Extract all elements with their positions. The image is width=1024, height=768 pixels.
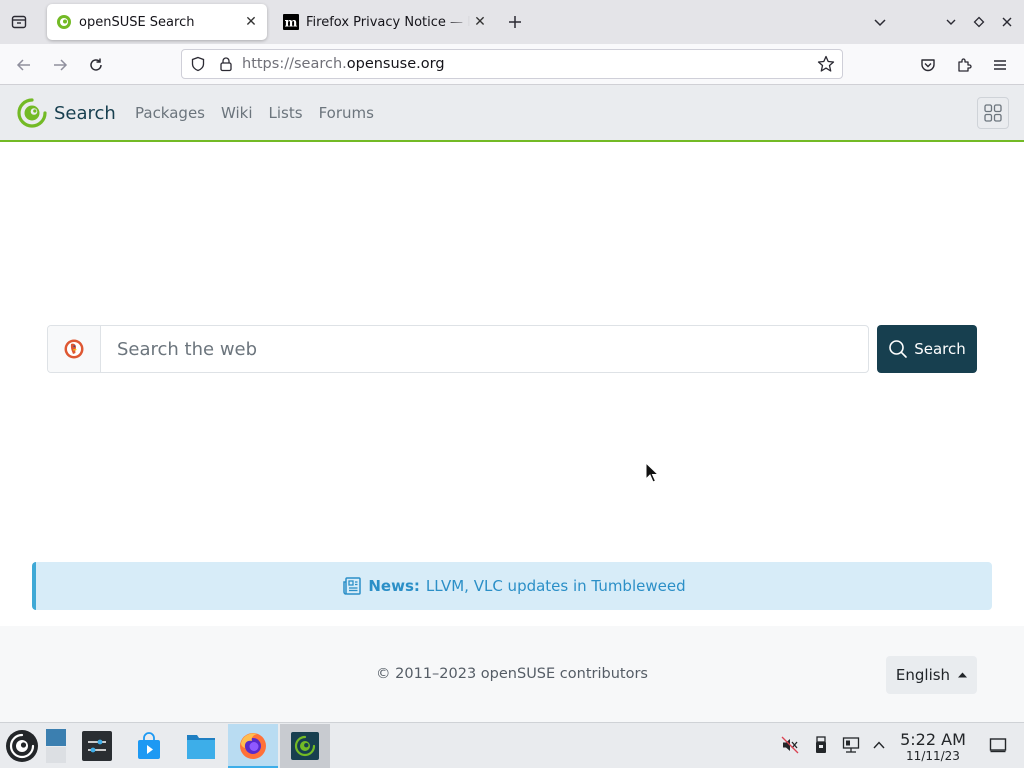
minimize-icon	[946, 19, 956, 25]
news-link[interactable]: LLVM, VLC updates in Tumbleweed	[426, 577, 686, 595]
settings-sliders-icon	[82, 731, 112, 761]
brand-title: Search	[54, 102, 116, 124]
hamburger-menu-icon	[994, 60, 1006, 70]
browser-tab-strip: openSUSE Search ✕ m Firefox Privacy Noti…	[0, 0, 1024, 44]
close-tab-icon[interactable]: ✕	[241, 12, 261, 32]
volume-muted-icon[interactable]	[780, 735, 800, 755]
apps-grid-button[interactable]	[977, 97, 1009, 129]
folder-icon	[187, 735, 215, 759]
network-wired-icon[interactable]	[841, 735, 861, 755]
bookmark-star-icon[interactable]	[816, 54, 836, 74]
list-tabs-dropdown-button[interactable]	[870, 12, 890, 32]
opensuse-logo-icon	[17, 98, 47, 128]
newspaper-icon	[343, 577, 362, 595]
tray-expand-chevron-up-icon[interactable]	[869, 735, 889, 755]
show-desktop-icon[interactable]	[988, 735, 1008, 755]
close-icon	[1002, 17, 1012, 27]
list-all-tabs-button[interactable]	[8, 11, 30, 33]
virtual-desktop-pager-icon	[46, 729, 66, 763]
close-window-button[interactable]	[997, 12, 1017, 32]
search-engine-addon[interactable]	[48, 326, 101, 372]
tab-list-icon	[11, 15, 27, 29]
nav-link-wiki[interactable]: Wiki	[221, 104, 253, 122]
grid-icon	[984, 104, 1002, 122]
plus-icon	[509, 16, 521, 28]
svg-text:m: m	[285, 16, 298, 30]
pocket-icon	[921, 59, 935, 72]
chevron-down-icon	[874, 19, 886, 27]
minimize-window-button[interactable]	[941, 12, 961, 32]
browser-navigation-bar: https://search.opensuse.org	[0, 44, 1024, 85]
reload-button[interactable]	[83, 52, 109, 78]
pocket-button[interactable]	[915, 52, 941, 78]
digital-clock[interactable]: 5:22 AM 11/11/23	[897, 730, 969, 764]
magnifier-icon	[889, 340, 908, 358]
application-launcher-button[interactable]	[0, 724, 44, 768]
tab-title: Firefox Privacy Notice — Mozilla	[306, 14, 470, 30]
url-host: opensuse.org	[346, 56, 445, 72]
arrow-left-icon	[16, 59, 30, 71]
nav-link-packages[interactable]: Packages	[135, 104, 205, 122]
extensions-button[interactable]	[951, 52, 977, 78]
nav-link-forums[interactable]: Forums	[319, 104, 374, 122]
taskbar-software-center[interactable]	[128, 724, 170, 768]
maximize-icon	[973, 16, 985, 28]
firefox-icon	[240, 733, 266, 759]
padlock-icon[interactable]	[216, 54, 236, 74]
taskbar-system-settings[interactable]	[76, 724, 118, 768]
close-tab-icon[interactable]: ✕	[470, 12, 490, 32]
taskbar-opensuse-search-window[interactable]	[280, 724, 330, 768]
language-dropdown-button[interactable]: English	[886, 656, 977, 694]
mozilla-favicon-icon: m	[283, 14, 299, 30]
search-button-label: Search	[914, 340, 966, 358]
copyright-text: © 2011–2023 openSUSE contributors	[376, 666, 648, 682]
duckduckgo-icon	[64, 339, 84, 359]
mouse-cursor-icon	[645, 462, 659, 483]
site-footer: © 2011–2023 openSUSE contributors Englis…	[0, 626, 1024, 722]
news-banner[interactable]: News: LLVM, VLC updates in Tumbleweed	[32, 562, 992, 610]
back-button[interactable]	[11, 52, 37, 78]
brand-link[interactable]: Search	[16, 97, 116, 129]
app-menu-button[interactable]	[987, 52, 1013, 78]
language-label: English	[895, 666, 951, 684]
tab-opensuse-search[interactable]: openSUSE Search ✕	[47, 4, 267, 40]
pager-desktop-button[interactable]	[44, 724, 68, 768]
taskbar-file-manager[interactable]	[180, 724, 222, 768]
opensuse-launcher-icon	[6, 730, 38, 762]
shopping-bag-icon	[138, 732, 160, 759]
nav-link-lists[interactable]: Lists	[269, 104, 303, 122]
news-label: News:	[368, 577, 420, 595]
search-input[interactable]	[101, 326, 868, 372]
search-button[interactable]: Search	[877, 325, 977, 373]
new-tab-button[interactable]	[505, 12, 525, 32]
url-scheme: https://search.	[242, 56, 347, 72]
opensuse-app-icon	[291, 732, 319, 760]
site-nav: Packages Wiki Lists Forums	[135, 104, 374, 122]
taskbar-firefox[interactable]	[228, 724, 278, 768]
opensuse-favicon-icon	[56, 14, 72, 30]
caret-up-icon	[958, 672, 968, 678]
clock-date: 11/11/23	[906, 749, 960, 763]
tracking-protection-shield-icon[interactable]	[188, 54, 208, 74]
puzzle-piece-icon	[958, 58, 972, 72]
tab-firefox-privacy-notice[interactable]: m Firefox Privacy Notice — Mozilla ✕	[274, 4, 496, 40]
site-header: Search Packages Wiki Lists Forums	[0, 85, 1024, 142]
maximize-window-button[interactable]	[969, 12, 989, 32]
system-taskbar: 5:22 AM 11/11/23	[0, 722, 1024, 768]
address-bar[interactable]: https://search.opensuse.org	[181, 49, 843, 79]
url-text[interactable]: https://search.opensuse.org	[242, 56, 816, 72]
search-input-group	[47, 325, 869, 373]
removable-device-icon[interactable]	[811, 735, 831, 755]
clock-time: 5:22 AM	[900, 730, 966, 749]
forward-button[interactable]	[47, 52, 73, 78]
reload-icon	[90, 58, 102, 71]
tab-title: openSUSE Search	[79, 14, 195, 30]
arrow-right-icon	[54, 59, 68, 71]
